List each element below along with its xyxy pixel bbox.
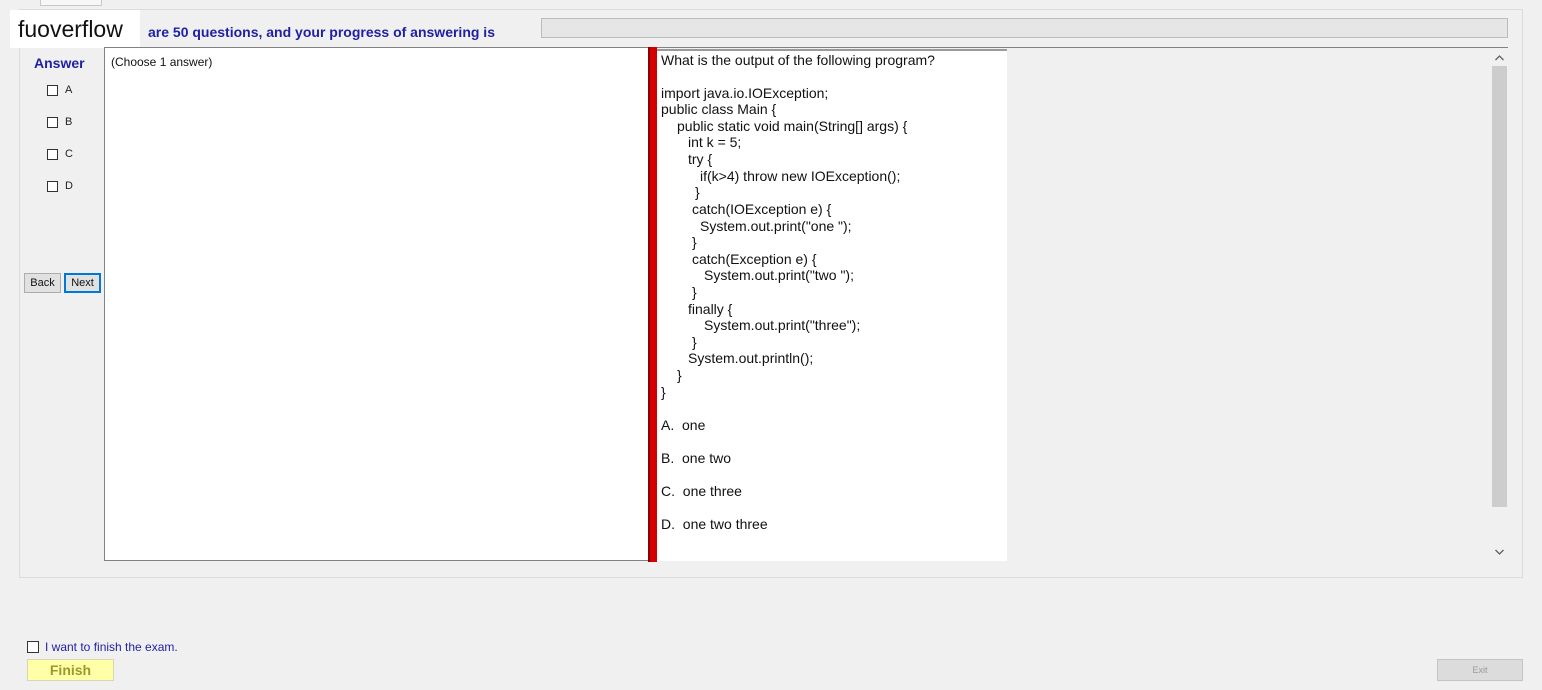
option-d[interactable]: D (47, 178, 73, 194)
option-c-checkbox[interactable] (47, 148, 58, 160)
code-line: } (692, 234, 697, 250)
code-line: } (695, 184, 700, 200)
finish-confirm-checkbox[interactable] (27, 641, 39, 653)
chevron-up-icon[interactable] (1491, 50, 1508, 66)
code-line: System.out.println(); (688, 350, 814, 366)
code-line: try { (688, 151, 713, 167)
choice-d: D. one two three (661, 516, 768, 532)
code-line: System.out.print("three"); (704, 317, 861, 333)
code-line: int k = 5; (688, 134, 742, 150)
code-line: import java.io.IOException; (661, 85, 829, 101)
code-line: catch(Exception e) { (692, 251, 817, 267)
top-tab-stub (40, 0, 102, 6)
progress-bar (541, 18, 1508, 38)
finish-confirm-row[interactable]: I want to finish the exam. (27, 640, 178, 654)
scrollbar-thumb[interactable] (1492, 66, 1507, 507)
code-line: } (692, 334, 697, 350)
code-line: finally { (688, 301, 733, 317)
choose-hint: (Choose 1 answer) (111, 55, 213, 69)
option-b-checkbox[interactable] (47, 116, 58, 128)
code-line: System.out.print("two "); (704, 267, 854, 283)
answer-area[interactable] (104, 47, 648, 561)
code-line: public class Main { (661, 101, 777, 117)
question-prompt: What is the output of the following prog… (661, 52, 935, 68)
finish-button[interactable]: Finish (27, 659, 114, 681)
code-line: } (661, 384, 666, 400)
code-line: } (692, 284, 697, 300)
code-line: if(k>4) throw new IOException(); (700, 168, 901, 184)
code-line: } (677, 367, 682, 383)
option-a[interactable]: A (47, 82, 72, 98)
choice-c: C. one three (661, 483, 742, 499)
code-line: catch(IOException e) { (692, 201, 832, 217)
option-c[interactable]: C (47, 146, 73, 162)
choice-b: B. one two (661, 450, 732, 466)
finish-confirm-label: I want to finish the exam. (45, 640, 178, 654)
panel-splitter[interactable] (648, 47, 657, 562)
option-b-label: B (65, 116, 73, 128)
watermark: fuoverflow (10, 10, 140, 48)
option-a-checkbox[interactable] (47, 84, 58, 96)
option-d-checkbox[interactable] (47, 180, 58, 192)
chevron-down-icon[interactable] (1491, 544, 1508, 560)
option-a-label: A (65, 84, 73, 96)
answer-title: Answer (34, 55, 85, 71)
option-d-label: D (65, 180, 73, 192)
next-button[interactable]: Next (64, 273, 101, 293)
exit-button[interactable]: Exit (1437, 659, 1523, 681)
code-line: System.out.print("one "); (700, 218, 852, 234)
option-c-label: C (65, 148, 73, 160)
progress-label: are 50 questions, and your progress of a… (148, 24, 495, 40)
option-b[interactable]: B (47, 114, 72, 130)
code-line: public static void main(String[] args) { (677, 118, 908, 134)
choice-a: A. one (661, 417, 706, 433)
back-button[interactable]: Back (24, 273, 61, 293)
